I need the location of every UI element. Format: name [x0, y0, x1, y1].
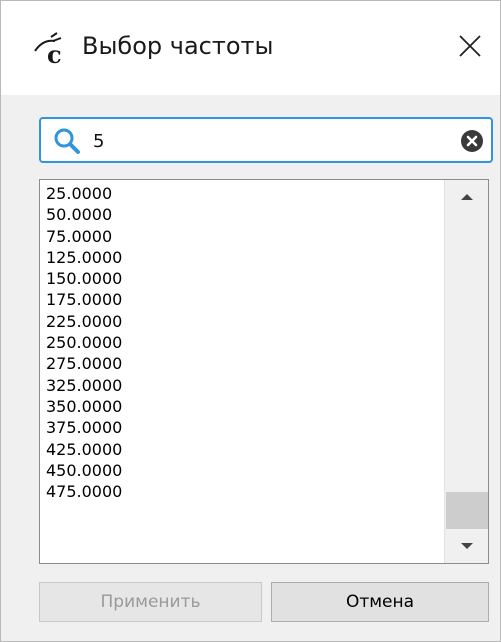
list-item[interactable]: 450.0000 — [46, 460, 441, 481]
program-logo-icon: c — [34, 32, 62, 69]
search-input[interactable] — [93, 127, 433, 155]
list-item[interactable]: 250.0000 — [46, 332, 441, 353]
search-icon — [54, 128, 80, 154]
apply-button[interactable]: Применить — [39, 582, 262, 622]
close-icon[interactable] — [445, 21, 495, 71]
list-item[interactable]: 425.0000 — [46, 439, 441, 460]
cancel-button[interactable]: Отмена — [271, 582, 489, 622]
list-item[interactable]: 50.0000 — [46, 204, 441, 225]
scroll-down-arrow-icon[interactable] — [445, 529, 489, 563]
list-item[interactable]: 275.0000 — [46, 353, 441, 374]
list-item[interactable]: 75.0000 — [46, 226, 441, 247]
frequency-dialog: c Выбор частоты 25.000050.000075.0000125… — [0, 0, 501, 642]
search-field[interactable] — [39, 117, 493, 163]
list-item[interactable]: 325.0000 — [46, 375, 441, 396]
list-item[interactable]: 150.0000 — [46, 268, 441, 289]
title-bar: c Выбор частоты — [1, 1, 500, 95]
list-item[interactable]: 350.0000 — [46, 396, 441, 417]
dialog-title: Выбор частоты — [82, 32, 274, 60]
list-item[interactable]: 125.0000 — [46, 247, 441, 268]
svg-text:c: c — [47, 40, 62, 69]
list-item[interactable]: 175.0000 — [46, 289, 441, 310]
list-item[interactable]: 225.0000 — [46, 311, 441, 332]
scroll-up-arrow-icon[interactable] — [445, 180, 489, 214]
frequency-list[interactable]: 25.0000 50.0000 75.0000 125.0000 150.0000 175… — [39, 179, 489, 564]
scrollbar-thumb[interactable] — [446, 492, 488, 529]
frequency-items: 25.0000 50.0000 75.0000 125.0000 150.0000 175… — [46, 183, 441, 502]
list-item[interactable]: 375.0000 — [46, 417, 441, 438]
scrollbar[interactable] — [444, 180, 489, 563]
clear-icon[interactable] — [460, 129, 484, 153]
list-item[interactable]: 475.0000 — [46, 481, 441, 502]
list-item[interactable]: 25.0000 — [46, 183, 441, 204]
